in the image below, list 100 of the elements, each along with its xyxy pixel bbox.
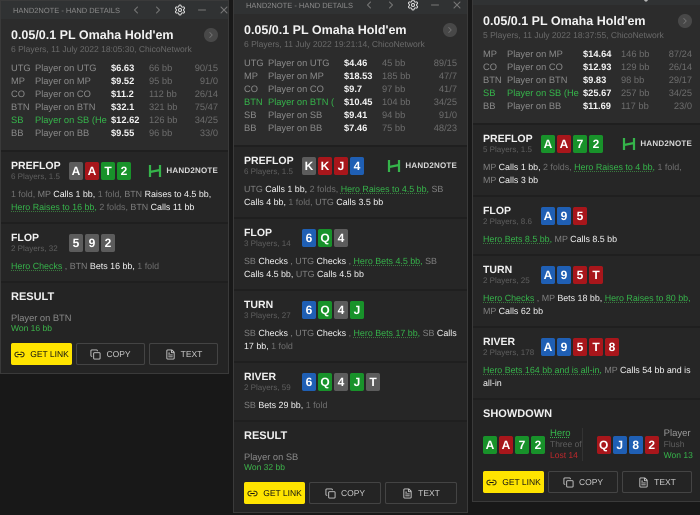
next-icon[interactable]	[443, 23, 457, 37]
playing-card: A	[541, 134, 555, 152]
stack-cell-text: $11.69	[583, 100, 612, 113]
link-button[interactable]: GET LINK	[483, 471, 544, 493]
big-blinds-cell-text: 126 bb	[149, 114, 178, 127]
stats-cell-text: 26/14	[194, 88, 218, 101]
player-name-cell-text: Player on CO	[268, 83, 325, 96]
stats-cell-text: 26/14	[668, 61, 692, 74]
playing-card: J	[350, 372, 364, 390]
playing-card: 6	[302, 372, 316, 390]
next-icon[interactable]	[678, 14, 692, 28]
stats-cell-text: 75/47	[194, 101, 218, 114]
stack-cell-text: $25.67	[583, 87, 612, 100]
street-name: RIVER	[244, 371, 278, 383]
street-info: 2 Players, 59	[244, 383, 292, 392]
playing-card: 4	[334, 372, 348, 390]
playing-card: A	[557, 134, 571, 152]
action-line: SB Checks , UTG Checks , Hero Bets 17 bb, SB Calls 17 bb, 1 fold	[244, 327, 457, 353]
playing-card: 9	[557, 338, 571, 356]
stats-cell-text: 41/7	[438, 83, 457, 96]
playing-card: 2	[589, 134, 603, 152]
player-name-cell-text: Player on SB (He	[507, 87, 580, 100]
playing-card: 5	[573, 206, 587, 224]
action-line: MP Calls 1 bb, 2 folds, Hero Raises to 4 bb, 1 fold, MP Calls 3 bb	[483, 161, 683, 187]
stack-cell-text: $12.62	[111, 114, 140, 127]
text-icon	[638, 476, 650, 488]
playing-card: Q	[318, 300, 332, 318]
action-line: 1 fold, MP Calls 1 bb, 1 fold, BTN Raises to 4.5 bb, Hero Raises to 16 bb, 2 folds, BTN Calls 11 bb	[11, 188, 212, 214]
position-cell-text: MP	[244, 70, 259, 83]
copy-button[interactable]: COPY	[309, 482, 381, 504]
playing-card: A	[85, 162, 99, 180]
playing-card: 5	[573, 338, 587, 356]
logo-text: HAND2NOTE	[405, 161, 457, 170]
playing-card: A	[541, 338, 555, 356]
player-name-cell-text: Player on MP	[268, 70, 325, 83]
big-blinds-cell-text: 185 bb	[382, 70, 412, 83]
playing-card: 9	[557, 206, 571, 224]
playing-card: J	[350, 300, 364, 318]
copy-button[interactable]: COPY	[548, 471, 618, 493]
logo-icon	[622, 136, 636, 150]
player-name: Player	[664, 428, 692, 439]
playing-card: 4	[350, 156, 364, 174]
text-button[interactable]: TEXT	[149, 343, 218, 365]
playing-card: Q	[318, 228, 332, 246]
playing-card: T	[589, 338, 603, 356]
big-blinds-cell-text: 129 bb	[621, 61, 650, 74]
street-info: 3 Players, 27	[244, 311, 292, 320]
copy-icon	[324, 488, 336, 498]
playing-card: 5	[573, 266, 587, 284]
stack-cell-text: $9.7	[344, 83, 364, 96]
hand-combo: Three of	[550, 439, 582, 450]
street-name: PREFLOP	[244, 155, 295, 167]
logo-text: HAND2NOTE	[166, 166, 218, 175]
player-name: Hero	[550, 428, 572, 439]
close-icon[interactable]	[218, 4, 230, 16]
hand-title: 0.05/0.1 PL Omaha Hold'em	[11, 28, 175, 42]
copy-button[interactable]: COPY	[76, 343, 145, 365]
playing-card: 6	[302, 228, 316, 246]
playing-card: 9	[557, 266, 571, 284]
big-blinds-cell-text: 95 bb	[149, 75, 174, 88]
street-info: 6 Players, 1.5	[244, 167, 294, 176]
playing-card: 4	[334, 300, 348, 318]
playing-card: T	[366, 372, 380, 390]
player-name-cell-text: Player on SB (He	[35, 114, 108, 127]
big-blinds-cell-text: 94 bb	[382, 109, 406, 122]
settings-icon[interactable]	[174, 4, 186, 16]
text-icon	[164, 348, 176, 360]
stack-cell-text: $12.93	[583, 61, 612, 74]
street-info: 2 Players, 32	[11, 244, 59, 253]
playing-card: 8	[605, 338, 619, 356]
stack-cell-text: $14.64	[583, 48, 612, 61]
stack-cell-text: $11.2	[111, 88, 135, 101]
playing-card: A	[541, 206, 555, 224]
playing-card: 7	[515, 436, 529, 454]
playing-card: 2	[531, 436, 545, 454]
text-button[interactable]: TEXT	[622, 471, 692, 493]
won-amount: Won 16 bb	[11, 323, 53, 333]
playing-card: 7	[573, 134, 587, 152]
big-blinds-cell-text: 45 bb	[382, 57, 406, 70]
stats-cell-text: 89/15	[432, 57, 457, 70]
playing-card: T	[589, 266, 603, 284]
stack-cell-text: $9.55	[111, 127, 136, 140]
position-cell-text: UTG	[244, 57, 265, 70]
text-button[interactable]: TEXT	[385, 482, 457, 504]
action-line: SB Checks , UTG Checks , Hero Bets 4.5 bb, SB Calls 4.5 bb, UTG Calls 4.5 bb	[244, 255, 438, 281]
outcome-text: Lost 14	[550, 450, 579, 461]
stats-cell-text: 29/17	[668, 74, 692, 87]
player-name-cell-text: Player on MP	[35, 75, 92, 88]
action-line: SB Bets 29 bb, 1 fold	[244, 399, 328, 412]
settings-icon[interactable]	[406, 0, 419, 11]
player-name-cell-text: Player on CO	[35, 88, 92, 101]
close-icon[interactable]	[450, 0, 463, 11]
stack-cell-text: $7.46	[344, 122, 368, 135]
big-blinds-cell-text: 117 bb	[621, 100, 650, 113]
action-line: Hero Bets 164 bb and is all-in, MP Calls 54 bb and is all-in	[483, 364, 692, 390]
action-line: Hero Checks , BTN Bets 16 bb, 1 fold	[11, 260, 160, 273]
next-icon[interactable]	[204, 28, 218, 42]
player-name-cell-text: Player on BTN	[507, 74, 568, 87]
link-button[interactable]: GET LINK	[11, 343, 72, 365]
link-button[interactable]: GET LINK	[244, 482, 305, 504]
